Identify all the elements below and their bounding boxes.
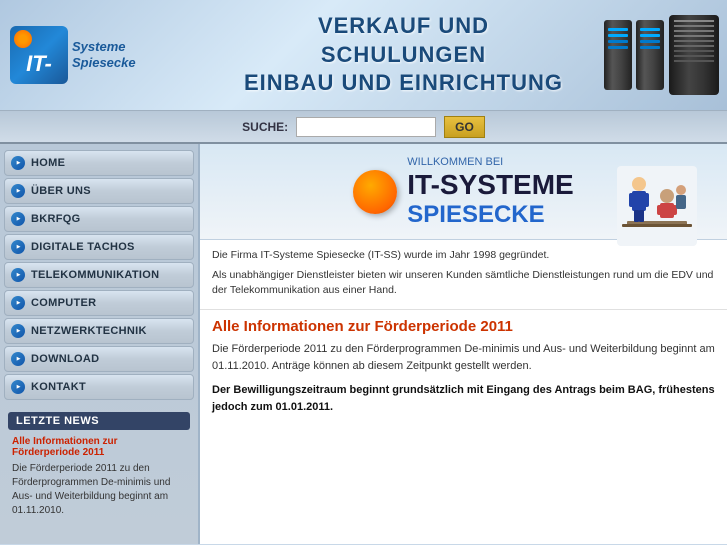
welcome-subtitle: SPIESECKE	[407, 201, 573, 229]
welcome-small: WILLKOMMEN BEI	[407, 156, 573, 168]
sidebar-item-telekommunikation[interactable]: TELEKOMMUNIKATION	[4, 262, 194, 288]
news-main-body: Die Förderperiode 2011 zu den Förderprog…	[212, 341, 715, 374]
server-tower-1	[604, 20, 632, 90]
header: IT- Systeme Spiesecke VERKAUF UND SCHULU…	[0, 0, 727, 110]
nav-arrow-icon	[11, 324, 25, 338]
sidebar-item-kontakt[interactable]: KONTAKT	[4, 374, 194, 400]
search-go-button[interactable]: GO	[444, 116, 485, 138]
sidebar-item-download[interactable]: DOWNLOAD	[4, 346, 194, 372]
nav-item-label: DOWNLOAD	[31, 353, 99, 365]
nav-arrow-icon	[11, 380, 25, 394]
sidebar-item-ueber-uns[interactable]: ÜBER UNS	[4, 178, 194, 204]
logo-badge: IT-	[10, 26, 68, 84]
sidebar-item-bkrfqg[interactable]: BKrFQG	[4, 206, 194, 232]
news-main-title: Alle Informationen zur Förderperiode 201…	[212, 318, 715, 335]
nav-item-label: KONTAKT	[31, 381, 86, 393]
nav-item-label: HOME	[31, 157, 65, 169]
server-image	[567, 5, 727, 105]
welcome-banner: WILLKOMMEN BEI IT-SYSTEME SPIESECKE	[200, 144, 727, 240]
business-people-illustration	[617, 166, 697, 246]
sidebar-news-link[interactable]: Alle Informationen zur Förderperiode 201…	[4, 434, 194, 460]
nav-item-label: DIGITALE TACHOS	[31, 241, 135, 253]
server-rack	[669, 15, 719, 95]
logo-systeme: Systeme	[72, 39, 136, 55]
logo-area: IT- Systeme Spiesecke	[0, 18, 220, 92]
news-content: Alle Informationen zur Förderperiode 201…	[200, 310, 727, 423]
header-title: VERKAUF UND SCHULUNGEN EINBAU UND EINRIC…	[220, 12, 567, 98]
nav-item-label: NETZWERKTECHNIK	[31, 325, 147, 337]
sidebar-news-text: Die Förderperiode 2011 zu den Förderprog…	[4, 460, 194, 520]
welcome-badge	[353, 170, 397, 214]
nav-arrow-icon	[11, 156, 25, 170]
nav-arrow-icon	[11, 212, 25, 226]
nav-menu: HOME ÜBER UNS BKrFQG DIGITALE TACHOS TELEKOM…	[0, 150, 198, 400]
logo-text: IT-	[26, 53, 52, 75]
welcome-text-block: WILLKOMMEN BEI IT-SYSTEME SPIESECKE	[407, 156, 573, 229]
content-area: WILLKOMMEN BEI IT-SYSTEME SPIESECKE	[198, 144, 727, 544]
nav-arrow-icon	[11, 184, 25, 198]
nav-arrow-icon	[11, 268, 25, 282]
intro-para2: Als unabhängiger Dienstleister bieten wi…	[212, 268, 715, 300]
sidebar-item-netzwerktechnik[interactable]: NETZWERKTECHNIK	[4, 318, 194, 344]
intro-para1: Die Firma IT-Systeme Spiesecke (IT-SS) w…	[212, 248, 715, 264]
tagline: VERKAUF UND SCHULUNGEN EINBAU UND EINRIC…	[240, 12, 567, 98]
search-input[interactable]	[296, 117, 436, 137]
welcome-title: IT-SYSTEME	[407, 170, 573, 201]
news-main-bold: Der Bewilligungszeitraum beginnt grundsä…	[212, 382, 715, 415]
intro-text: Die Firma IT-Systeme Spiesecke (IT-SS) w…	[200, 240, 727, 310]
logo-text-block: Systeme Spiesecke	[72, 39, 136, 70]
nav-arrow-icon	[11, 240, 25, 254]
tagline-line2: EINBAU UND EINRICHTUNG	[244, 70, 563, 95]
nav-item-label: BKrFQG	[31, 213, 80, 225]
sidebar: HOME ÜBER UNS BKrFQG DIGITALE TACHOS TELEKOM…	[0, 144, 198, 544]
nav-arrow-icon	[11, 296, 25, 310]
searchbar: SUCHE: GO	[0, 110, 727, 144]
nav-item-label: COMPUTER	[31, 297, 96, 309]
news-section: LETZTE NEWS Alle Informationen zur Förde…	[0, 402, 198, 526]
server-tower-2	[636, 20, 664, 90]
search-label: SUCHE:	[242, 120, 288, 134]
nav-item-label: ÜBER UNS	[31, 185, 91, 197]
tagline-line1: VERKAUF UND SCHULUNGEN	[318, 13, 489, 67]
main-layout: HOME ÜBER UNS BKrFQG DIGITALE TACHOS TELEKOM…	[0, 144, 727, 544]
logo-spiesecke: Spiesecke	[72, 55, 136, 71]
nav-arrow-icon	[11, 352, 25, 366]
sidebar-item-computer[interactable]: COMPUTER	[4, 290, 194, 316]
nav-item-label: TELEKOMMUNIKATION	[31, 269, 159, 281]
sidebar-news-header: LETZTE NEWS	[8, 412, 190, 430]
sidebar-item-home[interactable]: HOME	[4, 150, 194, 176]
sidebar-item-digitale-tachos[interactable]: DIGITALE TACHOS	[4, 234, 194, 260]
